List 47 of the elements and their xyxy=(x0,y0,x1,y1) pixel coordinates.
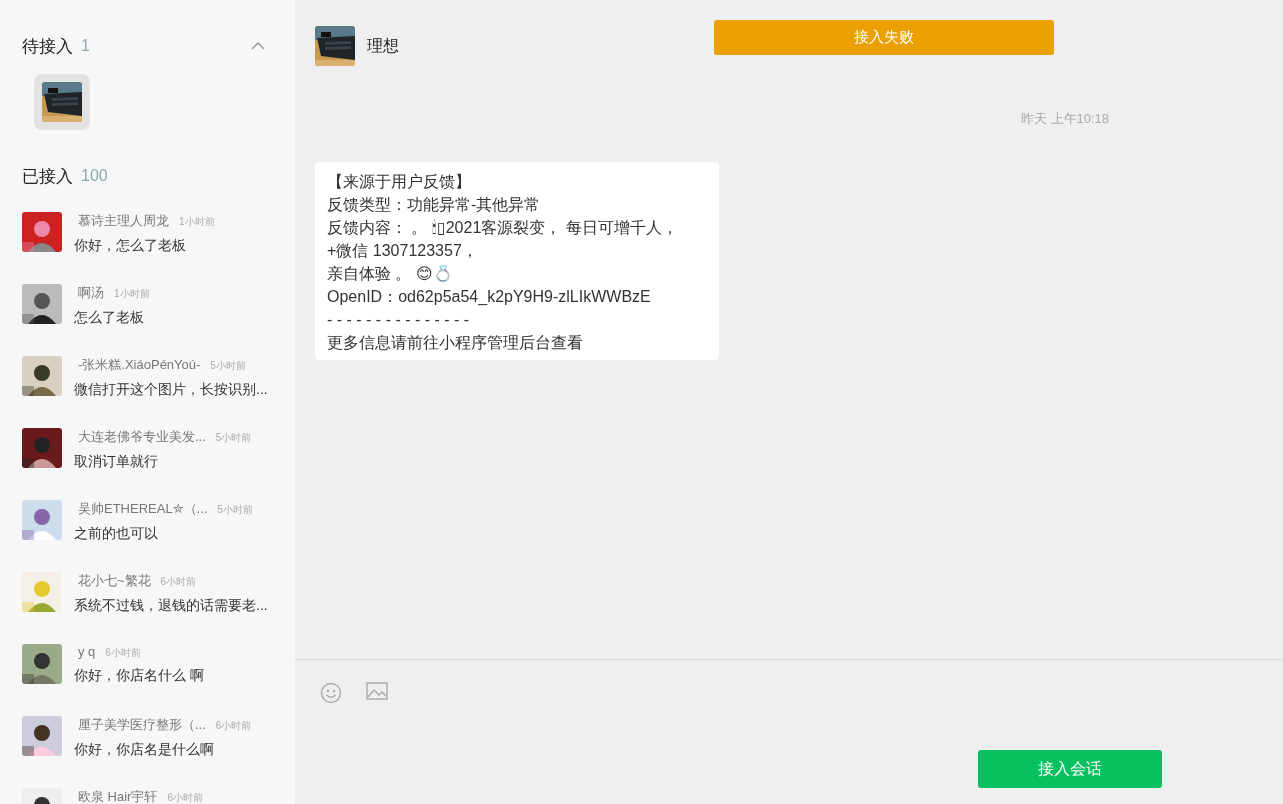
conversation-item[interactable]: 花小七~繁花 6小时前 系统不过钱，退钱的话需要老... xyxy=(0,562,295,634)
section-count: 100 xyxy=(81,167,108,185)
contact-name: 慕诗主理人周龙 xyxy=(77,212,169,230)
conversation-item[interactable]: 慕诗主理人周龙 1小时前 你好，怎么了老板 xyxy=(0,202,295,274)
contact-name: 厘子美学医疗整形（... xyxy=(77,716,206,734)
contact-name: 啊汤 xyxy=(77,284,104,302)
message-time: 1小时前 xyxy=(114,287,150,301)
status-banner: 接入失败 xyxy=(714,20,1054,55)
chevron-up-icon[interactable] xyxy=(251,42,265,50)
conversation-item[interactable]: 大连老佛爷专业美发... 5小时前 取消订单就行 xyxy=(0,418,295,490)
message-time: 6小时前 xyxy=(105,646,141,660)
conversation-item[interactable]: y q 6小时前 你好，你店名什么 啊 xyxy=(0,634,295,706)
pending-contact[interactable] xyxy=(34,74,90,130)
conversation-item[interactable]: 欧泉 Hair宇轩 6小时前 xyxy=(0,778,295,804)
conversation-item[interactable]: -张米糕.XiáoPénYoú- 5小时前 微信打开这个图片，长按识别... xyxy=(0,346,295,418)
image-icon[interactable] xyxy=(366,682,388,700)
message-preview: 怎么了老板 xyxy=(74,309,145,327)
message-time: 6小时前 xyxy=(160,575,197,589)
conversation-item[interactable]: 厘子美学医疗整形（... 6小时前 你好，你店名是什么啊 xyxy=(0,706,295,778)
section-title: 待接入 xyxy=(22,35,73,58)
section-title: 已接入 xyxy=(22,165,73,188)
message-preview: 系统不过钱，退钱的话需要老... xyxy=(74,597,268,615)
message-timestamp: 昨天 上午10:18 xyxy=(1019,110,1111,128)
message-time: 5小时前 xyxy=(215,431,252,445)
section-count: 1 xyxy=(81,37,90,55)
contact-name: y q xyxy=(77,644,96,659)
conversation-item[interactable]: 吴帅ETHEREAL✮（... 5小时前 之前的也可以 xyxy=(0,490,295,562)
contact-name: -张米糕.XiáoPénYoú- xyxy=(77,356,201,374)
message-time: 1小时前 xyxy=(179,215,215,229)
message-preview: 你好，你店名什么 啊 xyxy=(74,667,204,685)
message-time: 6小时前 xyxy=(167,791,203,804)
message-preview: 你好，怎么了老板 xyxy=(74,237,187,255)
contact-name: 欧泉 Hair宇轩 xyxy=(77,788,158,804)
contact-name: 花小七~繁花 xyxy=(77,572,151,590)
emoji-icon[interactable] xyxy=(320,682,342,704)
message-preview: 取消订单就行 xyxy=(74,453,159,471)
message-time: 5小时前 xyxy=(217,503,253,517)
message-preview: 之前的也可以 xyxy=(74,525,159,543)
contact-name: 吴帅ETHEREAL✮（... xyxy=(77,500,208,518)
message-preview: 你好，你店名是什么啊 xyxy=(74,741,215,759)
message-time: 5小时前 xyxy=(210,359,246,373)
contact-name: 理想 xyxy=(367,35,399,56)
contact-name: 大连老佛爷专业美发... xyxy=(77,428,206,446)
message-time: 6小时前 xyxy=(215,719,252,733)
conversation-item[interactable]: 啊汤 1小时前 怎么了老板 xyxy=(0,274,295,346)
message-bubble: 【来源于用户反馈】 反馈类型：功能异常-其他异常 反馈内容： 。 🕯▯2021客源裂变， 每日可增千人， +微信 1307123357， 亲自体验 。 😊💍 OpenID：od62p5a54_k2pY9H9-zlLIkWWBzE - - - - - - - - - - - - - - - 更多信息请前往小程序管理后台查看 xyxy=(315,162,719,360)
message-preview: 微信打开这个图片，长按识别... xyxy=(74,381,268,399)
